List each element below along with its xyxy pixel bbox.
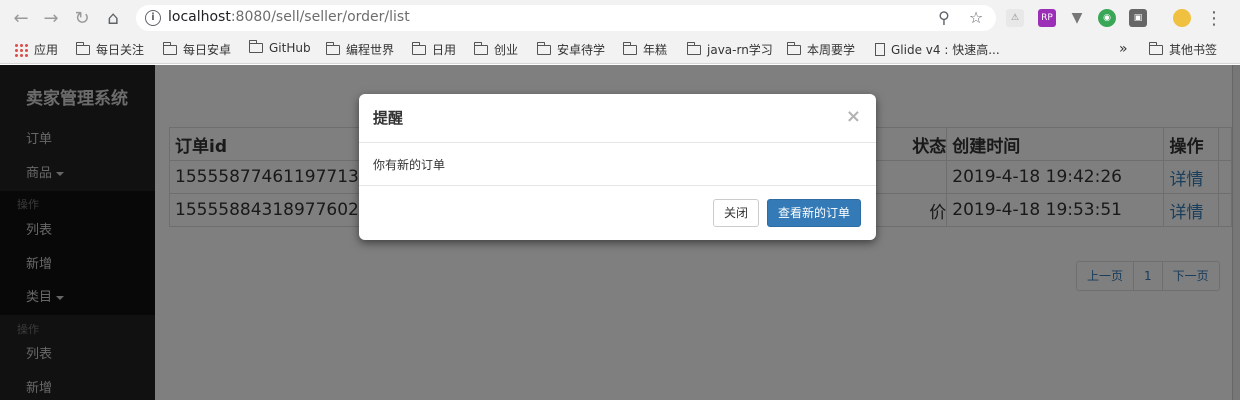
bookmark-label: Glide v4 : 快速高... <box>891 43 1000 57</box>
bookmark-apps[interactable]: 应用 <box>14 41 58 58</box>
folder-icon <box>537 41 551 55</box>
bookmark-item[interactable]: 日用 <box>412 41 456 58</box>
bookmark-item[interactable]: 每日安卓 <box>163 41 231 58</box>
bookmark-item[interactable]: 本周要学 <box>787 41 855 58</box>
modal-title: 提醒 <box>373 109 404 127</box>
profile-avatar-icon[interactable] <box>1173 9 1191 27</box>
folder-icon <box>687 41 701 55</box>
bookmark-label: java-rn学习 <box>707 43 773 57</box>
address-bar[interactable]: i localhost:8080/sell/seller/order/list … <box>136 5 996 31</box>
bookmark-label: 本周要学 <box>807 43 856 57</box>
bookmark-item[interactable]: 安卓待学 <box>537 41 605 58</box>
reload-icon[interactable]: ↻ <box>70 6 94 30</box>
home-icon[interactable]: ⌂ <box>101 6 125 30</box>
bookmark-label: 编程世界 <box>346 43 395 57</box>
bookmark-item[interactable]: 年糕 <box>623 41 667 58</box>
folder-icon <box>412 41 426 55</box>
info-icon[interactable]: i <box>145 10 161 26</box>
url-host: localhost <box>168 9 231 25</box>
bookmark-label: 日用 <box>432 43 457 57</box>
modal-footer: 关闭 查看新的订单 <box>359 185 876 240</box>
folder-icon <box>474 41 488 55</box>
close-button[interactable]: 关闭 <box>713 199 760 227</box>
vue-extension-icon[interactable]: ▼ <box>1068 9 1086 27</box>
folder-icon <box>163 41 177 55</box>
back-icon[interactable]: ← <box>9 6 33 30</box>
folder-icon <box>623 41 637 55</box>
modal-header: 提醒 × <box>359 94 876 143</box>
bookmark-item[interactable]: 编程世界 <box>326 41 394 58</box>
url-path: :8080/sell/seller/order/list <box>230 9 410 25</box>
shield-extension-icon[interactable]: ◉ <box>1098 9 1116 27</box>
bookmark-label: 安卓待学 <box>557 43 606 57</box>
folder-icon <box>249 40 263 53</box>
bookmark-item[interactable]: GitHub <box>249 40 311 55</box>
zoom-icon[interactable]: ⚲ <box>934 8 954 27</box>
bookmark-label: 每日安卓 <box>183 43 232 57</box>
folder-icon <box>326 41 340 55</box>
bookmark-other[interactable]: 其他书签 <box>1149 41 1217 58</box>
bookmark-star-icon[interactable]: ☆ <box>966 8 986 27</box>
apps-grid-icon <box>14 42 28 57</box>
folder-icon <box>787 41 801 55</box>
bookmark-item[interactable]: 创业 <box>474 41 518 58</box>
bookmark-label: GitHub <box>269 41 311 55</box>
bookmarks-bar: 应用 每日关注 每日安卓 GitHub 编程世界 日用 创业 安卓待学 年糕 j… <box>0 36 1240 64</box>
rp-extension-icon[interactable]: RP <box>1038 9 1056 27</box>
bookmark-label: 其他书签 <box>1169 43 1218 57</box>
close-icon[interactable]: × <box>846 106 861 127</box>
browser-toolbar: ← → ↻ ⌂ i localhost:8080/sell/seller/ord… <box>0 0 1240 36</box>
folder-icon <box>76 41 90 55</box>
bookmarks-overflow-button[interactable]: » <box>1119 41 1128 57</box>
screen-extension-icon[interactable]: ▣ <box>1129 9 1147 27</box>
extension-icon[interactable]: ⚠ <box>1006 9 1024 27</box>
menu-kebab-icon[interactable]: ⋮ <box>1202 6 1226 30</box>
url-text[interactable]: localhost:8080/sell/seller/order/list <box>168 9 410 25</box>
bookmark-item[interactable]: 每日关注 <box>76 41 144 58</box>
bookmark-label: 年糕 <box>643 43 668 57</box>
modal-message: 你有新的订单 <box>373 158 446 172</box>
view-new-orders-button[interactable]: 查看新的订单 <box>767 199 862 227</box>
bookmark-item[interactable]: Glide v4 : 快速高... <box>875 41 1000 58</box>
page-viewport: 卖家管理系统 订单 商品 操作 列表 新增 类目 操作 列表 新增 订单id 状… <box>0 65 1240 400</box>
bookmark-label: 创业 <box>494 43 519 57</box>
forward-icon[interactable]: → <box>39 6 63 30</box>
notification-modal: 提醒 × 你有新的订单 关闭 查看新的订单 <box>359 94 876 240</box>
page-icon <box>875 43 885 56</box>
bookmark-label: 每日关注 <box>96 43 145 57</box>
bookmark-item[interactable]: java-rn学习 <box>687 41 773 58</box>
bookmark-label: 应用 <box>34 43 59 57</box>
folder-icon <box>1149 41 1163 55</box>
